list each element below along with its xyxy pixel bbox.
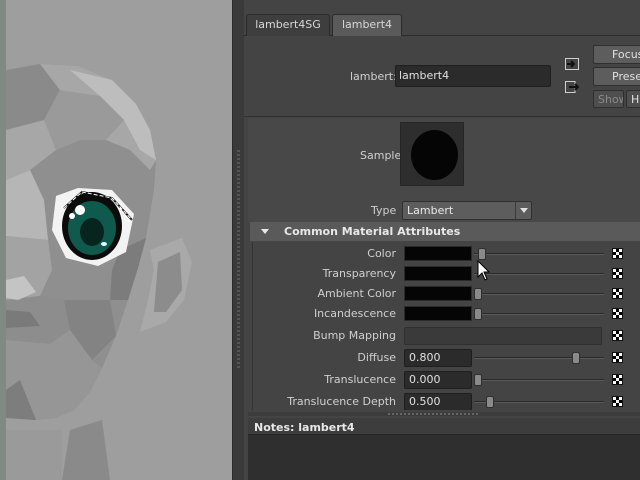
tab-lambert4[interactable]: lambert4 xyxy=(332,14,402,36)
attribute-editor: lambert4SG lambert4 lambert: lambert4 Fo… xyxy=(244,0,640,480)
notes-section: Notes: lambert4 xyxy=(248,418,640,480)
type-label: Type xyxy=(371,204,397,217)
divider-grip[interactable] xyxy=(388,413,478,415)
color-swatch[interactable] xyxy=(404,306,472,321)
slider-track[interactable] xyxy=(474,253,604,255)
attr-label: Transparency xyxy=(322,267,396,280)
type-select-value: Lambert xyxy=(407,204,454,217)
slider-track[interactable] xyxy=(474,293,604,295)
load-attributes-icon[interactable] xyxy=(565,58,579,70)
slider-handle[interactable] xyxy=(477,248,486,260)
notes-text-area[interactable] xyxy=(248,434,640,480)
notes-label: Notes: lambert4 xyxy=(254,421,355,434)
section-title: Common Material Attributes xyxy=(284,225,461,238)
attribute-list: Color Transparency Ambient Color Incande… xyxy=(252,242,640,410)
translucence-value-field[interactable]: 0.000 xyxy=(404,371,472,389)
sample-section: Sample xyxy=(248,118,640,196)
mouse-cursor-icon xyxy=(477,260,491,281)
attr-label: Incandescence xyxy=(313,307,396,320)
attr-row-incandescence: Incandescence xyxy=(253,304,640,324)
bump-mapping-field[interactable] xyxy=(404,327,602,345)
map-texture-icon[interactable] xyxy=(612,330,623,341)
splitter-grip[interactable] xyxy=(237,150,240,370)
presets-button[interactable]: Presets xyxy=(593,67,640,86)
node-name-field[interactable]: lambert4 xyxy=(395,65,551,87)
attr-row-diffuse: Diffuse 0.800 xyxy=(253,348,640,368)
viewport-edge-strip xyxy=(0,0,6,480)
slider-handle[interactable] xyxy=(474,374,482,386)
map-texture-icon[interactable] xyxy=(612,396,623,407)
copy-tab-icon[interactable] xyxy=(565,81,579,93)
attr-label: Translucence xyxy=(324,373,396,386)
notes-divider[interactable] xyxy=(248,412,640,416)
map-texture-icon[interactable] xyxy=(612,248,623,259)
material-sample-sphere xyxy=(411,130,458,180)
common-material-attributes-header[interactable]: Common Material Attributes xyxy=(250,222,640,241)
slider-handle[interactable] xyxy=(571,352,580,364)
show-button[interactable]: Show xyxy=(593,90,624,108)
focus-button[interactable]: Focus xyxy=(593,45,640,64)
slider-track[interactable] xyxy=(474,379,604,381)
panel-splitter[interactable] xyxy=(232,0,244,480)
color-swatch[interactable] xyxy=(404,266,472,281)
slider-handle[interactable] xyxy=(486,396,495,408)
slider-track[interactable] xyxy=(474,357,604,359)
attr-row-translucence-depth: Translucence Depth 0.500 xyxy=(253,392,640,410)
node-header: lambert: lambert4 Focus Presets Show H xyxy=(244,37,640,117)
node-name-label: lambert: xyxy=(350,70,397,83)
color-swatch[interactable] xyxy=(404,246,472,261)
attr-row-color: Color xyxy=(253,244,640,264)
translucence-depth-value-field[interactable]: 0.500 xyxy=(404,393,472,410)
slider-track[interactable] xyxy=(474,273,604,275)
color-swatch[interactable] xyxy=(404,286,472,301)
attr-label: Translucence Depth xyxy=(287,395,396,408)
type-row: Type Lambert xyxy=(248,196,640,222)
attr-row-transparency: Transparency xyxy=(253,264,640,284)
sample-label: Sample xyxy=(360,149,402,162)
material-sample-swatch[interactable] xyxy=(400,122,464,186)
viewport-3d[interactable] xyxy=(0,0,232,480)
hide-button[interactable]: H xyxy=(626,90,640,108)
tab-lambert4sg[interactable]: lambert4SG xyxy=(246,14,330,36)
node-tabs: lambert4SG lambert4 xyxy=(244,14,640,36)
attr-label: Diffuse xyxy=(357,351,396,364)
attr-label: Ambient Color xyxy=(317,287,396,300)
attr-row-bump-mapping: Bump Mapping xyxy=(253,326,640,346)
slider-handle[interactable] xyxy=(474,288,482,300)
attr-row-translucence: Translucence 0.000 xyxy=(253,370,640,390)
attr-label: Color xyxy=(367,247,396,260)
slider-handle[interactable] xyxy=(474,308,482,320)
diffuse-value-field[interactable]: 0.800 xyxy=(404,349,472,367)
map-texture-icon[interactable] xyxy=(612,352,623,363)
chevron-down-icon[interactable] xyxy=(515,202,531,219)
map-texture-icon[interactable] xyxy=(612,268,623,279)
character-head-model[interactable] xyxy=(0,0,232,480)
attr-label: Bump Mapping xyxy=(313,329,396,342)
type-select[interactable]: Lambert xyxy=(402,201,532,220)
map-texture-icon[interactable] xyxy=(612,288,623,299)
collapse-triangle-icon[interactable] xyxy=(261,229,269,234)
map-texture-icon[interactable] xyxy=(612,308,623,319)
map-texture-icon[interactable] xyxy=(612,374,623,385)
slider-track[interactable] xyxy=(474,313,604,315)
attr-row-ambient-color: Ambient Color xyxy=(253,284,640,304)
